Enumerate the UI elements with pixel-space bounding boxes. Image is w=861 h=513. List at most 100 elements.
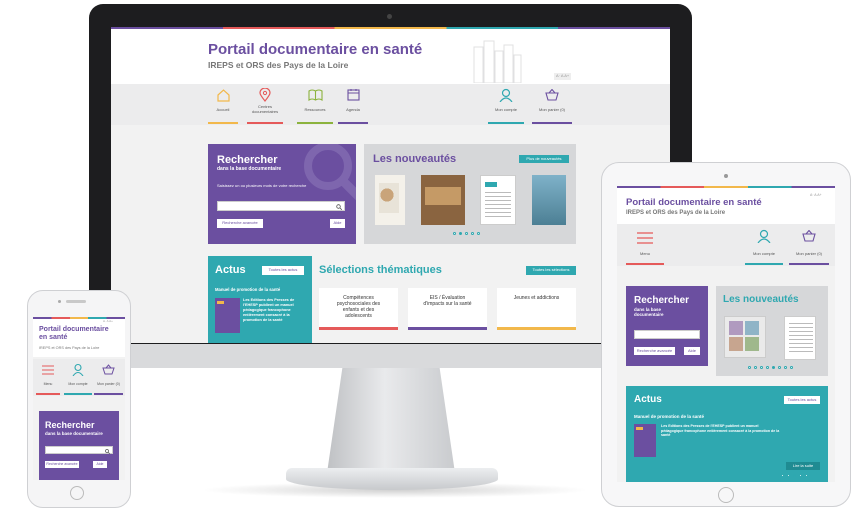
book-cover-art <box>425 187 461 205</box>
carousel-dot[interactable] <box>453 232 456 235</box>
phone-account-underline <box>64 393 92 395</box>
nav-home[interactable]: Accueil <box>208 84 238 125</box>
site-title[interactable]: Portail documentaire en santé <box>208 41 422 58</box>
tablet-news-title: Les nouveautés <box>723 294 799 305</box>
search-panel: Rechercher dans la base documentaire Sai… <box>208 144 356 244</box>
selections-title: Sélections thématiques <box>319 264 442 276</box>
actus-book-cover[interactable] <box>215 298 240 333</box>
news-book-3[interactable] <box>480 175 516 225</box>
phone-search-help-button[interactable]: Aide <box>93 461 107 468</box>
news-title: Les nouveautés <box>373 153 457 165</box>
carousel-dot[interactable] <box>790 366 793 369</box>
all-actus-button[interactable]: Toutes les actus <box>262 266 304 275</box>
tablet-cart-button[interactable]: Mon panier (0) <box>789 224 829 266</box>
monitor-camera <box>387 14 392 19</box>
nav-centres[interactable]: Centres documentaires <box>247 84 283 125</box>
search-input[interactable] <box>217 201 345 211</box>
phone-advanced-search-button[interactable]: Recherche avancée <box>45 461 79 468</box>
user-icon <box>72 363 84 376</box>
carousel-dot[interactable] <box>781 474 784 477</box>
main-nav: Accueil Centres documentaires Ressources… <box>111 84 670 125</box>
carousel-dot[interactable] <box>459 232 462 235</box>
hamburger-icon <box>637 232 653 244</box>
nav-account[interactable]: Mon compte <box>488 84 524 125</box>
carousel-dot[interactable] <box>748 366 751 369</box>
advanced-search-button[interactable]: Recherche avancée <box>217 219 263 228</box>
tablet-news-carousel-dots[interactable] <box>748 366 796 371</box>
calendar-icon <box>347 89 360 101</box>
selection-1-line-4: adolescents <box>345 313 372 319</box>
search-icon[interactable] <box>105 448 110 454</box>
carousel-dot[interactable] <box>766 366 769 369</box>
phone-camera <box>58 300 61 303</box>
basket-icon <box>102 364 115 375</box>
tablet-actus-item-title[interactable]: Manuel de promotion de la santé <box>634 414 704 419</box>
tablet-news-book-1[interactable] <box>724 316 766 358</box>
tablet-site-title[interactable]: Portail documentaire en santé <box>626 197 762 209</box>
nav-agenda-label: Agenda <box>346 107 360 112</box>
phone-account-button[interactable]: Mon compte <box>64 359 92 396</box>
phone-menu-label: Menu <box>43 382 53 386</box>
carousel-dot[interactable] <box>760 366 763 369</box>
carousel-dot[interactable] <box>805 474 808 477</box>
tablet-account-button[interactable]: Mon compte <box>745 224 783 266</box>
actus-item-title[interactable]: Manuel de promotion de la santé <box>215 287 280 293</box>
tablet-text-size-controls[interactable]: A· A A+ <box>810 193 822 197</box>
tablet-read-more-button[interactable]: Lire la suite <box>786 462 820 470</box>
carousel-dot[interactable] <box>754 366 757 369</box>
news-book-4[interactable] <box>532 175 566 225</box>
selection-card-1[interactable]: Compétences psychosociales des enfants e… <box>319 288 398 330</box>
basket-icon <box>545 89 559 101</box>
selection-card-3[interactable]: Jeunes et addictions <box>497 288 576 330</box>
news-book-1[interactable] <box>375 175 405 225</box>
bookshelf-illustration <box>473 40 522 83</box>
nav-cart[interactable]: Mon panier (0) <box>532 84 572 125</box>
cover-photo <box>729 337 743 351</box>
tablet-account-underline <box>745 263 783 265</box>
news-panel: Les nouveautés Plus de nouveautés <box>364 144 576 244</box>
nav-cart-underline <box>532 122 572 124</box>
phone-cart-button[interactable]: Mon panier (0) <box>94 359 123 396</box>
carousel-dot[interactable] <box>799 474 802 477</box>
selection-2-underline <box>408 327 487 330</box>
selection-card-2[interactable]: EIS / Évaluation d'impacts sur la santé <box>408 288 487 330</box>
carousel-dot[interactable] <box>465 232 468 235</box>
tablet-all-actus-button[interactable]: Toutes les actus <box>784 396 820 404</box>
phone-text-size-controls[interactable]: A· A A+ <box>103 319 113 323</box>
nav-centres-underline <box>247 122 283 124</box>
nav-resources[interactable]: Ressources <box>297 84 333 125</box>
tablet-search-input[interactable] <box>634 330 700 339</box>
tablet-menu-label: Menu <box>639 251 650 256</box>
carousel-dot[interactable] <box>793 474 796 477</box>
monitor-stand-base <box>286 468 498 490</box>
phone-speaker <box>66 300 86 303</box>
user-icon <box>499 88 513 102</box>
search-title: Rechercher <box>217 154 278 166</box>
news-carousel-dots[interactable] <box>453 232 487 237</box>
nav-agenda[interactable]: Agenda <box>338 84 368 125</box>
search-help-button[interactable]: Aide <box>330 219 345 228</box>
all-selections-button[interactable]: Toutes les sélections <box>526 266 576 275</box>
phone-site-title[interactable]: Portail documentaire en santé <box>39 326 109 342</box>
carousel-dot[interactable] <box>784 366 787 369</box>
tablet-search-help-button[interactable]: Aide <box>684 347 700 355</box>
carousel-dot[interactable] <box>772 366 775 369</box>
tablet-menu-button[interactable]: Menu <box>626 224 664 266</box>
text-size-controls[interactable]: A· A A+ <box>554 73 572 80</box>
carousel-dot[interactable] <box>477 232 480 235</box>
tablet-advanced-search-button[interactable]: Recherche avancée <box>634 347 675 355</box>
actus-title: Actus <box>215 264 246 276</box>
phone-menu-button[interactable]: Menu <box>36 359 60 396</box>
search-watermark-icon <box>304 144 356 201</box>
carousel-dot[interactable] <box>778 366 781 369</box>
tablet-actus-book-cover[interactable] <box>634 424 656 457</box>
phone-search-input[interactable] <box>45 446 113 454</box>
tablet-news-book-2[interactable] <box>784 316 816 360</box>
search-icon[interactable] <box>336 204 342 210</box>
tablet-header: Portail documentaire en santé IREPS et O… <box>617 188 835 224</box>
carousel-dot[interactable] <box>471 232 474 235</box>
carousel-dot[interactable] <box>787 474 790 477</box>
tablet-actus-carousel-dots[interactable] <box>781 474 813 479</box>
news-book-2[interactable] <box>421 175 465 225</box>
more-news-button[interactable]: Plus de nouveautés <box>519 155 569 163</box>
